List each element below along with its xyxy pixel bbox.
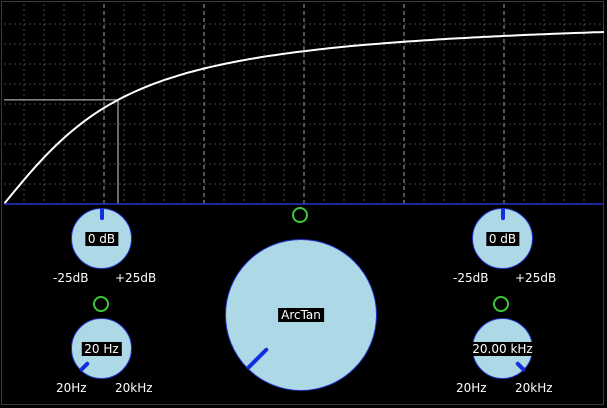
right-gain-knob-pointer	[500, 208, 505, 220]
left-frequency-value: 20 Hz	[81, 341, 122, 356]
right-gain-min-label: -25dB	[453, 271, 489, 285]
grid-lines	[4, 4, 604, 204]
center-bypass-led[interactable]	[292, 207, 308, 223]
right-gain-knob[interactable]: 0 dB	[472, 208, 533, 269]
left-gain-max-label: +25dB	[115, 271, 157, 285]
left-gain-knob[interactable]: 0 dB	[71, 208, 132, 269]
left-frequency-max-label: 20kHz	[115, 381, 153, 395]
left-gain-knob-pointer	[99, 208, 104, 220]
right-frequency-knob-pointer	[514, 360, 526, 372]
left-gain-value: 0 dB	[84, 231, 119, 246]
right-frequency-knob[interactable]: 20.00 kHz	[469, 318, 536, 379]
left-gain-min-label: -25dB	[53, 271, 89, 285]
plugin-window: 0 dB -25dB +25dB 20 Hz 20Hz 20kHz ArcTan…	[0, 0, 607, 408]
right-frequency-value: 20.00 kHz	[469, 341, 536, 356]
right-frequency-max-label: 20kHz	[515, 381, 553, 395]
left-frequency-min-label: 20Hz	[56, 381, 87, 395]
right-bypass-led[interactable]	[493, 296, 509, 312]
transfer-curve-display	[4, 4, 604, 205]
left-bypass-led[interactable]	[93, 296, 109, 312]
right-gain-max-label: +25dB	[515, 271, 557, 285]
shape-knob-pointer	[245, 346, 270, 371]
left-frequency-knob[interactable]: 20 Hz	[71, 318, 132, 379]
shape-knob[interactable]: ArcTan	[225, 239, 377, 391]
right-gain-value: 0 dB	[485, 231, 520, 246]
left-frequency-knob-pointer	[78, 360, 90, 372]
shape-value: ArcTan	[278, 308, 324, 322]
right-frequency-min-label: 20Hz	[456, 381, 487, 395]
